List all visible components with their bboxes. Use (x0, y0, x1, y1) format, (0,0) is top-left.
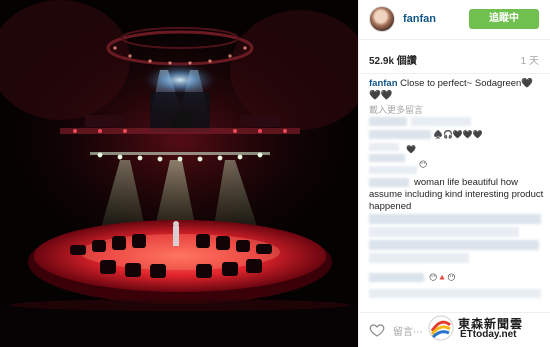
follow-button[interactable]: 追蹤中 (469, 9, 539, 29)
ettoday-logo-icon (428, 315, 454, 341)
post-time[interactable]: 1 天 (521, 52, 539, 67)
post-stats: 52.9k 個讚 1 天 (359, 40, 550, 74)
username-link[interactable]: fanfan (403, 13, 436, 25)
blurred-username (369, 154, 405, 162)
blurred-username (369, 273, 424, 282)
like-count[interactable]: 52.9k 個讚 (369, 52, 417, 67)
blurred-comment (369, 227, 519, 237)
comment-text: woman life beautiful how assume includin… (369, 177, 544, 212)
blurred-comment (369, 240, 539, 250)
blurred-username (369, 130, 431, 139)
load-more-comments[interactable]: 載入更多留言 (369, 103, 423, 116)
blurred-text (369, 166, 417, 174)
post-photo[interactable] (0, 0, 358, 347)
post-side-panel: fanfan 追蹤中 52.9k 個讚 1 天 fanfan Close to … (358, 0, 550, 347)
comment-emoji: 😶 (419, 160, 428, 169)
post-header: fanfan 追蹤中 (359, 0, 550, 40)
comment-input[interactable]: 留言⋯ (393, 323, 423, 338)
caption-username[interactable]: fanfan (369, 78, 398, 89)
comment-emoji: 😶🔺😶 (429, 273, 456, 282)
heart-icon[interactable] (369, 322, 385, 338)
blurred-comment (369, 253, 469, 263)
blurred-text (369, 143, 399, 151)
blurred-comment (369, 214, 541, 224)
post-caption: fanfan Close to perfect~ Sodagreen🖤🖤🖤 (369, 78, 541, 102)
comment-emoji: ♠️🎧🖤🖤🖤 (433, 130, 483, 139)
avatar[interactable] (369, 6, 395, 32)
blurred-username (369, 117, 407, 126)
ettoday-watermark: 東森新聞雲 ETtoday.net (428, 315, 544, 341)
watermark-domain: ETtoday.net (460, 329, 517, 340)
blurred-text (411, 117, 471, 126)
comment-emoji: 🖤 (406, 145, 416, 154)
blurred-comment (369, 289, 541, 298)
concert-stage-image (0, 0, 358, 347)
